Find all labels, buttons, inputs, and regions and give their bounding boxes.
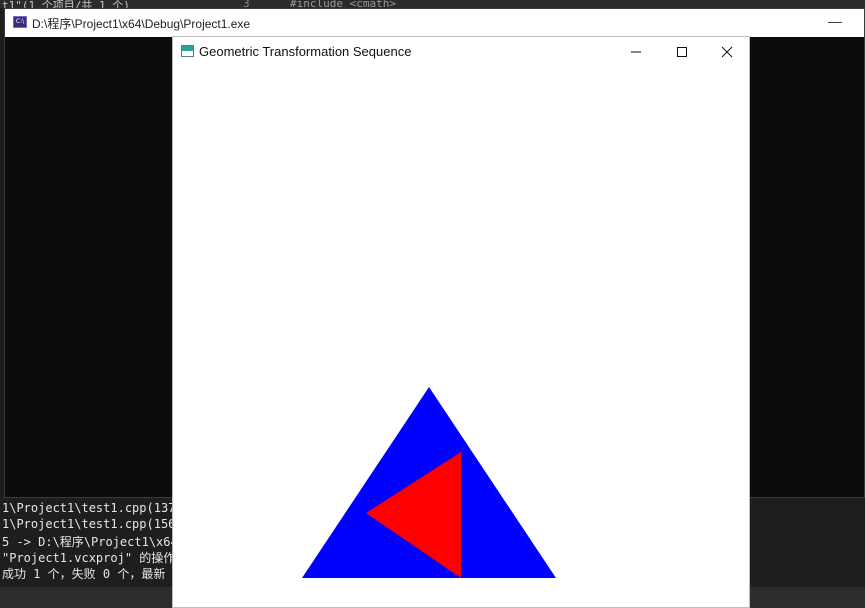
maximize-button[interactable]: [659, 37, 705, 67]
ide-output-line: "Project1.vcxproj" 的操作。: [2, 551, 188, 565]
minimize-icon: [631, 51, 641, 53]
maximize-icon: [677, 47, 687, 57]
graphics-titlebar[interactable]: Geometric Transformation Sequence: [173, 37, 749, 67]
graphics-window-title: Geometric Transformation Sequence: [199, 44, 412, 59]
close-icon: [721, 46, 733, 58]
minimize-button[interactable]: [613, 37, 659, 67]
drawing-canvas: [302, 387, 556, 578]
console-app-icon: C:\: [13, 16, 27, 28]
console-window-title: D:\程序\Project1\x64\Debug\Project1.exe: [32, 17, 251, 31]
graphics-window: Geometric Transformation Sequence: [172, 36, 750, 608]
ide-output-line: 成功 1 个，失败 0 个，最新 0: [2, 567, 180, 581]
close-button[interactable]: [704, 37, 750, 67]
console-minimize-button[interactable]: —: [828, 13, 842, 29]
app-window-icon: [181, 45, 194, 57]
console-titlebar[interactable]: C:\ D:\程序\Project1\x64\Debug\Project1.ex…: [5, 9, 864, 37]
